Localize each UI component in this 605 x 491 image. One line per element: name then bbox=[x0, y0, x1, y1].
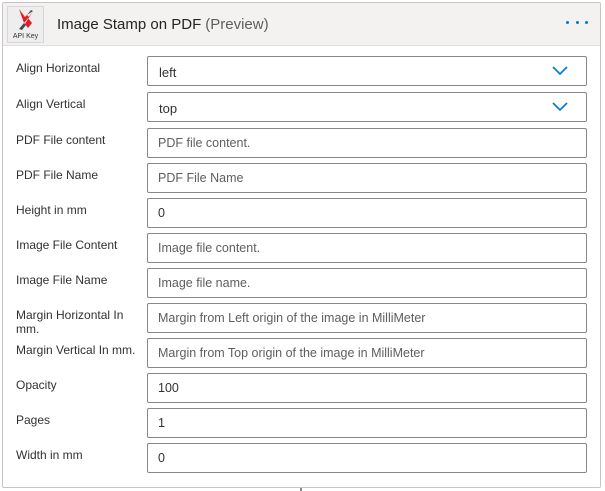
title-text: Image Stamp on PDF bbox=[57, 16, 202, 33]
align-vertical-dropdown[interactable]: top bbox=[147, 92, 587, 122]
dot bbox=[585, 20, 588, 24]
image-file-content-input[interactable] bbox=[147, 233, 587, 263]
row-opacity: Opacity bbox=[3, 373, 600, 403]
row-image-file-content: Image File Content bbox=[3, 233, 600, 263]
chevron-down-icon bbox=[552, 66, 568, 76]
margin-horizontal-input[interactable] bbox=[147, 303, 587, 333]
pages-input[interactable] bbox=[147, 408, 587, 438]
api-key-logo-icon: API Key bbox=[7, 6, 44, 43]
pdf-file-name-label: PDF File Name bbox=[16, 168, 99, 182]
pages-label: Pages bbox=[16, 413, 51, 427]
pdf-file-content-label: PDF File content bbox=[16, 133, 106, 147]
preview-label: (Preview) bbox=[205, 16, 269, 33]
align-horizontal-label: Align Horizontal bbox=[16, 61, 101, 75]
align-horizontal-dropdown[interactable]: left bbox=[147, 56, 587, 86]
card-title: Image Stamp on PDF (Preview) bbox=[57, 16, 269, 33]
height-in-mm-input[interactable] bbox=[147, 198, 587, 228]
margin-horizontal-label: Margin Horizontal In mm. bbox=[16, 308, 124, 336]
row-pdf-file-name: PDF File Name bbox=[3, 163, 600, 193]
margin-vertical-input[interactable] bbox=[147, 338, 587, 368]
align-horizontal-value: left bbox=[159, 65, 177, 80]
image-file-name-input[interactable] bbox=[147, 268, 587, 298]
opacity-input[interactable] bbox=[147, 373, 587, 403]
dot bbox=[575, 20, 579, 24]
row-height-in-mm: Height in mm bbox=[3, 198, 600, 228]
width-in-mm-label: Width in mm bbox=[16, 448, 83, 462]
logo-text: API Key bbox=[12, 33, 39, 40]
row-pdf-file-content: PDF File content bbox=[3, 128, 600, 158]
row-margin-vertical: Margin Vertical In mm. bbox=[3, 338, 600, 368]
chevron-down-icon bbox=[552, 102, 568, 112]
dot bbox=[566, 20, 569, 24]
row-image-file-name: Image File Name bbox=[3, 268, 600, 298]
pdf-file-name-input[interactable] bbox=[147, 163, 587, 193]
image-file-name-label: Image File Name bbox=[16, 273, 108, 287]
row-width-in-mm: Width in mm bbox=[3, 443, 600, 473]
margin-vertical-label: Margin Vertical In mm. bbox=[16, 343, 136, 357]
image-file-content-label: Image File Content bbox=[16, 238, 118, 252]
action-card: API Key Image Stamp on PDF (Preview) Alig… bbox=[2, 2, 601, 488]
row-align-vertical: Align Vertical top bbox=[3, 92, 600, 122]
card-header[interactable]: API Key Image Stamp on PDF (Preview) bbox=[3, 3, 600, 46]
align-vertical-value: top bbox=[159, 101, 178, 116]
row-pages: Pages bbox=[3, 408, 600, 438]
align-vertical-label: Align Vertical bbox=[16, 97, 86, 111]
more-options-icon[interactable] bbox=[566, 17, 588, 27]
opacity-label: Opacity bbox=[16, 378, 57, 392]
pdf-file-content-input[interactable] bbox=[147, 128, 587, 158]
row-align-horizontal: Align Horizontal left bbox=[3, 56, 600, 86]
height-in-mm-label: Height in mm bbox=[16, 203, 87, 217]
width-in-mm-input[interactable] bbox=[147, 443, 587, 473]
row-margin-horizontal: Margin Horizontal In mm. bbox=[3, 303, 600, 336]
